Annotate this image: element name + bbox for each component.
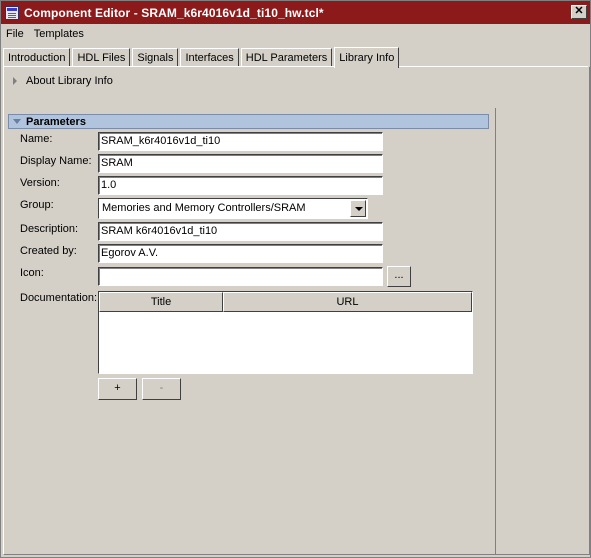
documentation-table[interactable]: Title URL <box>98 291 473 374</box>
add-documentation-button[interactable]: + <box>98 378 137 400</box>
expand-arrow-icon <box>13 77 17 85</box>
created-by-label: Created by: <box>20 245 77 257</box>
documentation-table-header: Title URL <box>99 292 472 312</box>
documentation-label: Documentation: <box>20 292 98 304</box>
tab-library-info[interactable]: Library Info <box>334 47 400 68</box>
tab-signals[interactable]: Signals <box>132 48 179 67</box>
parameters-title: Parameters <box>26 115 86 128</box>
group-label: Group: <box>20 199 54 211</box>
group-select[interactable]: Memories and Memory Controllers/SRAM <box>98 198 368 219</box>
column-title[interactable]: Title <box>99 292 223 312</box>
icon-label: Icon: <box>20 267 44 279</box>
display-name-label: Display Name: <box>20 155 92 167</box>
title-bar[interactable]: Component Editor - SRAM_k6r4016v1d_ti10_… <box>1 1 590 24</box>
description-label: Description: <box>20 223 79 235</box>
group-selected-value: Memories and Memory Controllers/SRAM <box>102 202 306 214</box>
created-by-field[interactable]: Egorov A.V. <box>98 244 383 263</box>
menu-file[interactable]: File <box>1 28 29 40</box>
tab-hdl-parameters[interactable]: HDL Parameters <box>240 48 333 67</box>
menu-bar: File Templates <box>1 24 590 43</box>
tab-hdl-files[interactable]: HDL Files <box>72 48 131 67</box>
description-field[interactable]: SRAM k6r4016v1d_ti10 <box>98 222 383 241</box>
close-icon[interactable]: ✕ <box>571 5 587 19</box>
about-library-info-toggle[interactable]: About Library Info <box>13 75 113 87</box>
parameters-section-header[interactable]: Parameters <box>8 114 489 129</box>
window-icon <box>5 5 19 20</box>
version-field[interactable]: 1.0 <box>98 176 383 195</box>
tab-interfaces[interactable]: Interfaces <box>180 48 239 67</box>
collapse-arrow-icon <box>13 119 21 124</box>
window-title: Component Editor - SRAM_k6r4016v1d_ti10_… <box>24 5 324 20</box>
icon-field[interactable] <box>98 267 383 286</box>
tab-strip: Introduction HDL Files Signals Interface… <box>3 46 401 68</box>
icon-browse-button[interactable]: ... <box>387 266 411 287</box>
display-name-field[interactable]: SRAM <box>98 154 383 173</box>
remove-documentation-button[interactable]: - <box>142 378 181 400</box>
component-editor-window: Component Editor - SRAM_k6r4016v1d_ti10_… <box>0 0 591 558</box>
about-library-info-label: About Library Info <box>26 75 113 87</box>
name-label: Name: <box>20 133 53 145</box>
tab-introduction[interactable]: Introduction <box>3 48 71 67</box>
chevron-down-icon[interactable] <box>350 200 366 217</box>
name-field[interactable]: SRAM_k6r4016v1d_ti10 <box>98 132 383 151</box>
column-url[interactable]: URL <box>223 292 472 312</box>
version-label: Version: <box>20 177 60 189</box>
menu-templates[interactable]: Templates <box>29 28 89 40</box>
